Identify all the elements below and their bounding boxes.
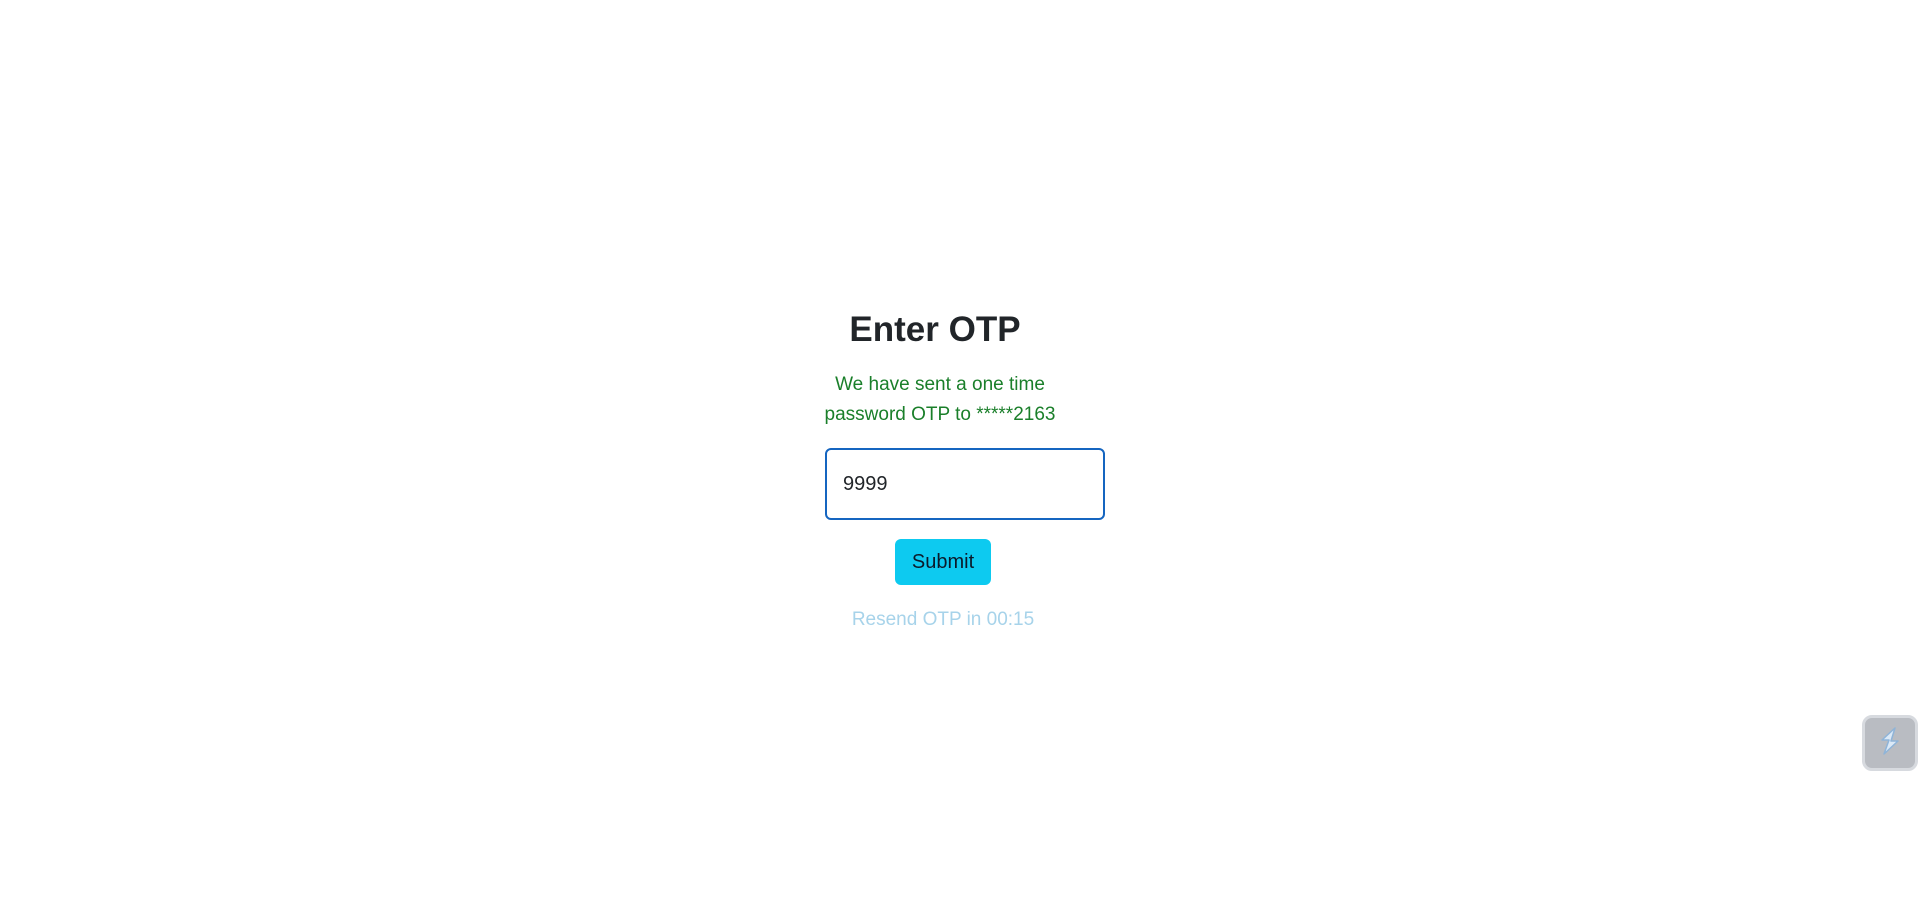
otp-form: Enter OTP We have sent a one time passwo… (800, 308, 1105, 631)
otp-page: Enter OTP We have sent a one time passwo… (0, 0, 1920, 922)
submit-button[interactable]: Submit (895, 539, 991, 585)
floating-widget-button[interactable] (1862, 715, 1918, 771)
otp-sent-message: We have sent a one time password OTP to … (824, 374, 1056, 425)
lightning-bolt-icon (1872, 723, 1908, 764)
otp-input[interactable] (825, 448, 1105, 520)
resend-otp-timer: Resend OTP in 00:15 (851, 609, 1035, 630)
page-title: Enter OTP (849, 310, 1021, 349)
